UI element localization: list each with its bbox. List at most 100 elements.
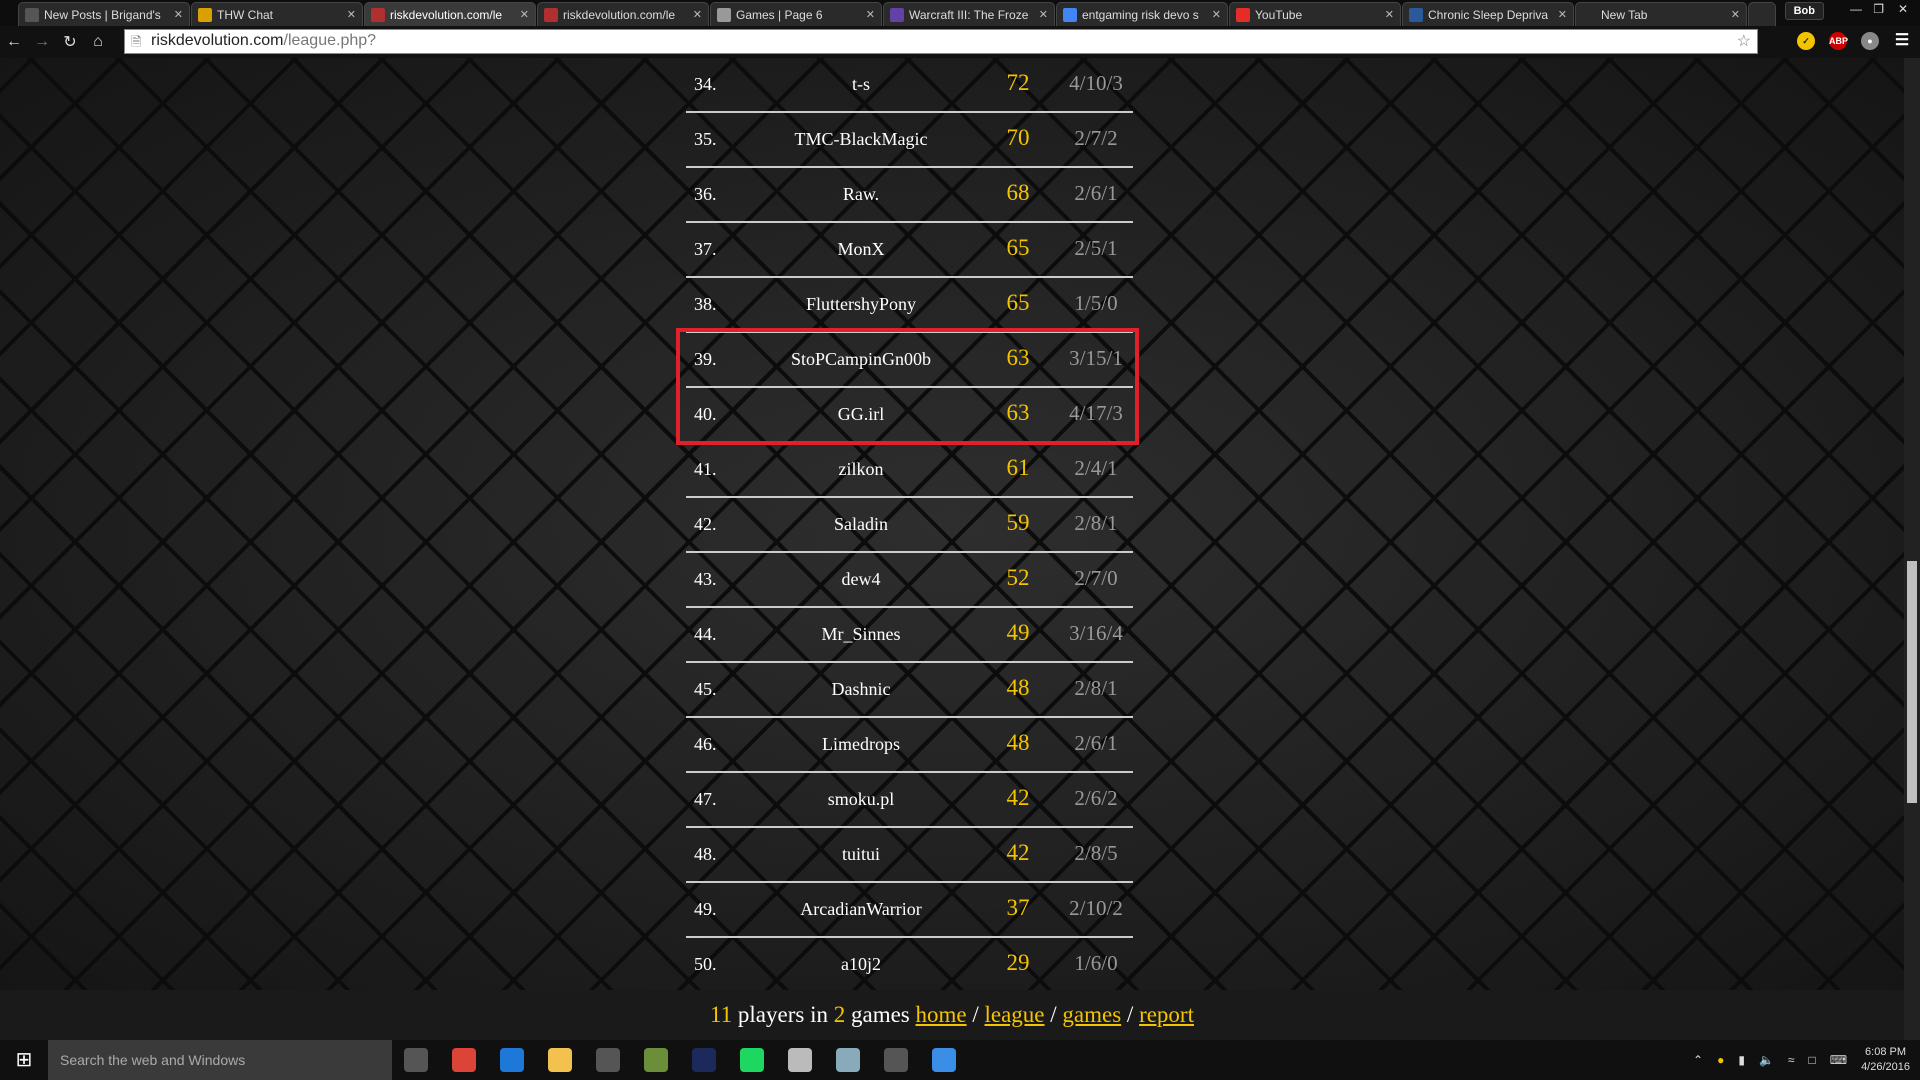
players-label: players in [732,1002,834,1027]
scrollbar[interactable] [1904,58,1920,1040]
warcraft-icon[interactable] [584,1040,632,1080]
tab[interactable]: New Tab ✕ [1575,2,1747,26]
time: 6:08 PM [1865,1046,1907,1058]
bookmark-star-icon[interactable]: ☆ [1737,31,1751,51]
tab[interactable]: Warcraft III: The Froze ✕ [883,2,1055,26]
record: 2/6/1 [1074,731,1118,755]
record: 2/5/1 [1074,236,1118,260]
tab[interactable]: Games | Page 6 ✕ [710,2,882,26]
close-tab-icon[interactable]: ✕ [1039,8,1048,21]
forward-icon[interactable]: → [28,33,56,51]
tab[interactable]: riskdevolution.com/le ✕ [537,2,709,26]
game-count: 2 [833,1002,846,1027]
minimize-button[interactable]: — [1850,2,1862,16]
close-tab-icon[interactable]: ✕ [1212,8,1221,21]
user-profile-button[interactable]: Bob [1784,2,1824,20]
app-icon[interactable] [776,1040,824,1080]
tab-title: New Posts | Brigand's [44,7,161,22]
player-name: a10j2 [841,954,881,974]
record: 1/6/0 [1074,951,1118,975]
tab-title: Chronic Sleep Depriva [1428,7,1549,22]
windows-start-icon[interactable]: ⊞ [0,1040,48,1080]
footer-status: 11 players in 2 games home / league / ga… [0,990,1904,1040]
score: 70 [1006,125,1030,150]
reload-icon[interactable]: ↻ [56,32,84,52]
close-tab-icon[interactable]: ✕ [1385,8,1394,21]
twitch-icon [890,7,904,22]
tab[interactable]: entgaming risk devo s ✕ [1056,2,1228,26]
close-tab-icon[interactable]: ✕ [693,8,702,21]
score: 65 [1006,235,1030,260]
tab[interactable]: New Posts | Brigand's ✕ [18,2,190,26]
player-name: ArcadianWarrior [800,899,922,919]
tab[interactable]: THW Chat ✕ [191,2,363,26]
url-path: /league.php? [283,32,377,49]
new-tab-button[interactable] [1748,2,1776,26]
record: 2/8/1 [1074,511,1118,535]
home-icon[interactable]: ⌂ [84,33,112,51]
close-tab-icon[interactable]: ✕ [1731,8,1740,21]
clock[interactable]: 6:08 PM 4/26/2016 [1861,1045,1910,1075]
task-view-icon[interactable] [392,1040,440,1080]
games-label: games [845,1002,916,1027]
taskbar-search[interactable]: Search the web and Windows [48,1040,392,1080]
rank: 38. [694,294,717,314]
tab-title: Games | Page 6 [736,7,823,22]
app-icon[interactable] [824,1040,872,1080]
webmd-icon [1409,7,1423,22]
league-link[interactable]: league [985,1002,1045,1027]
record: 4/10/3 [1069,71,1123,95]
spotify-icon[interactable] [728,1040,776,1080]
rank: 47. [694,789,717,809]
minecraft-icon[interactable] [632,1040,680,1080]
adblock-plus-icon[interactable]: ABP [1829,32,1848,50]
back-icon[interactable]: ← [0,33,28,51]
score: 49 [1006,620,1030,645]
tab[interactable]: Chronic Sleep Depriva ✕ [1402,2,1574,26]
volume-icon[interactable]: 🔈 [1759,1053,1774,1067]
close-tab-icon[interactable]: ✕ [866,8,875,21]
photoshop-icon[interactable] [680,1040,728,1080]
battery-icon[interactable]: ▮ [1738,1053,1745,1067]
close-tab-icon[interactable]: ✕ [520,8,529,21]
tab[interactable]: YouTube ✕ [1229,2,1401,26]
player-count: 11 [710,1002,733,1027]
clock-app-icon[interactable] [920,1040,968,1080]
close-tab-icon[interactable]: ✕ [174,8,183,21]
extension-icon[interactable]: ● [1861,32,1879,50]
home-link[interactable]: home [916,1002,967,1027]
chevron-up-icon[interactable]: ⌃ [1693,1053,1703,1067]
table-row: 42. Saladin 59 2/8/1 [686,498,1133,553]
keyboard-icon[interactable]: ⌨ [1830,1053,1847,1067]
edge-icon[interactable] [488,1040,536,1080]
score: 59 [1006,510,1030,535]
warcraft-icon[interactable] [872,1040,920,1080]
scrollbar-thumb[interactable] [1907,561,1917,803]
score: 72 [1006,70,1030,95]
close-tab-icon[interactable]: ✕ [1558,8,1567,21]
player-name: Limedrops [822,734,900,754]
rank: 36. [694,184,717,204]
rank: 46. [694,734,717,754]
close-window-button[interactable]: ✕ [1898,2,1908,16]
norton-extension-icon[interactable]: ✓ [1797,32,1815,50]
report-link[interactable]: report [1139,1002,1194,1027]
rank: 48. [694,844,717,864]
close-tab-icon[interactable]: ✕ [347,8,356,21]
record: 2/6/1 [1074,181,1118,205]
record: 3/16/4 [1069,621,1123,645]
norton-tray-icon[interactable]: ● [1717,1053,1724,1067]
restore-button[interactable]: ❐ [1873,2,1884,16]
address-bar[interactable]: 🗎 riskdevolution.com/league.php? ☆ [124,29,1758,54]
file-explorer-icon[interactable] [536,1040,584,1080]
menu-icon[interactable]: ☰ [1893,32,1911,50]
notifications-icon[interactable]: □ [1808,1053,1815,1067]
wifi-icon[interactable]: ≈ [1788,1053,1795,1067]
record: 2/7/2 [1074,126,1118,150]
tab[interactable]: riskdevolution.com/le ✕ [364,2,536,26]
tab-title: New Tab [1601,7,1648,22]
chrome-icon[interactable] [440,1040,488,1080]
player-name: dew4 [841,569,881,589]
games-link[interactable]: games [1062,1002,1121,1027]
tab-title: entgaming risk devo s [1082,7,1199,22]
